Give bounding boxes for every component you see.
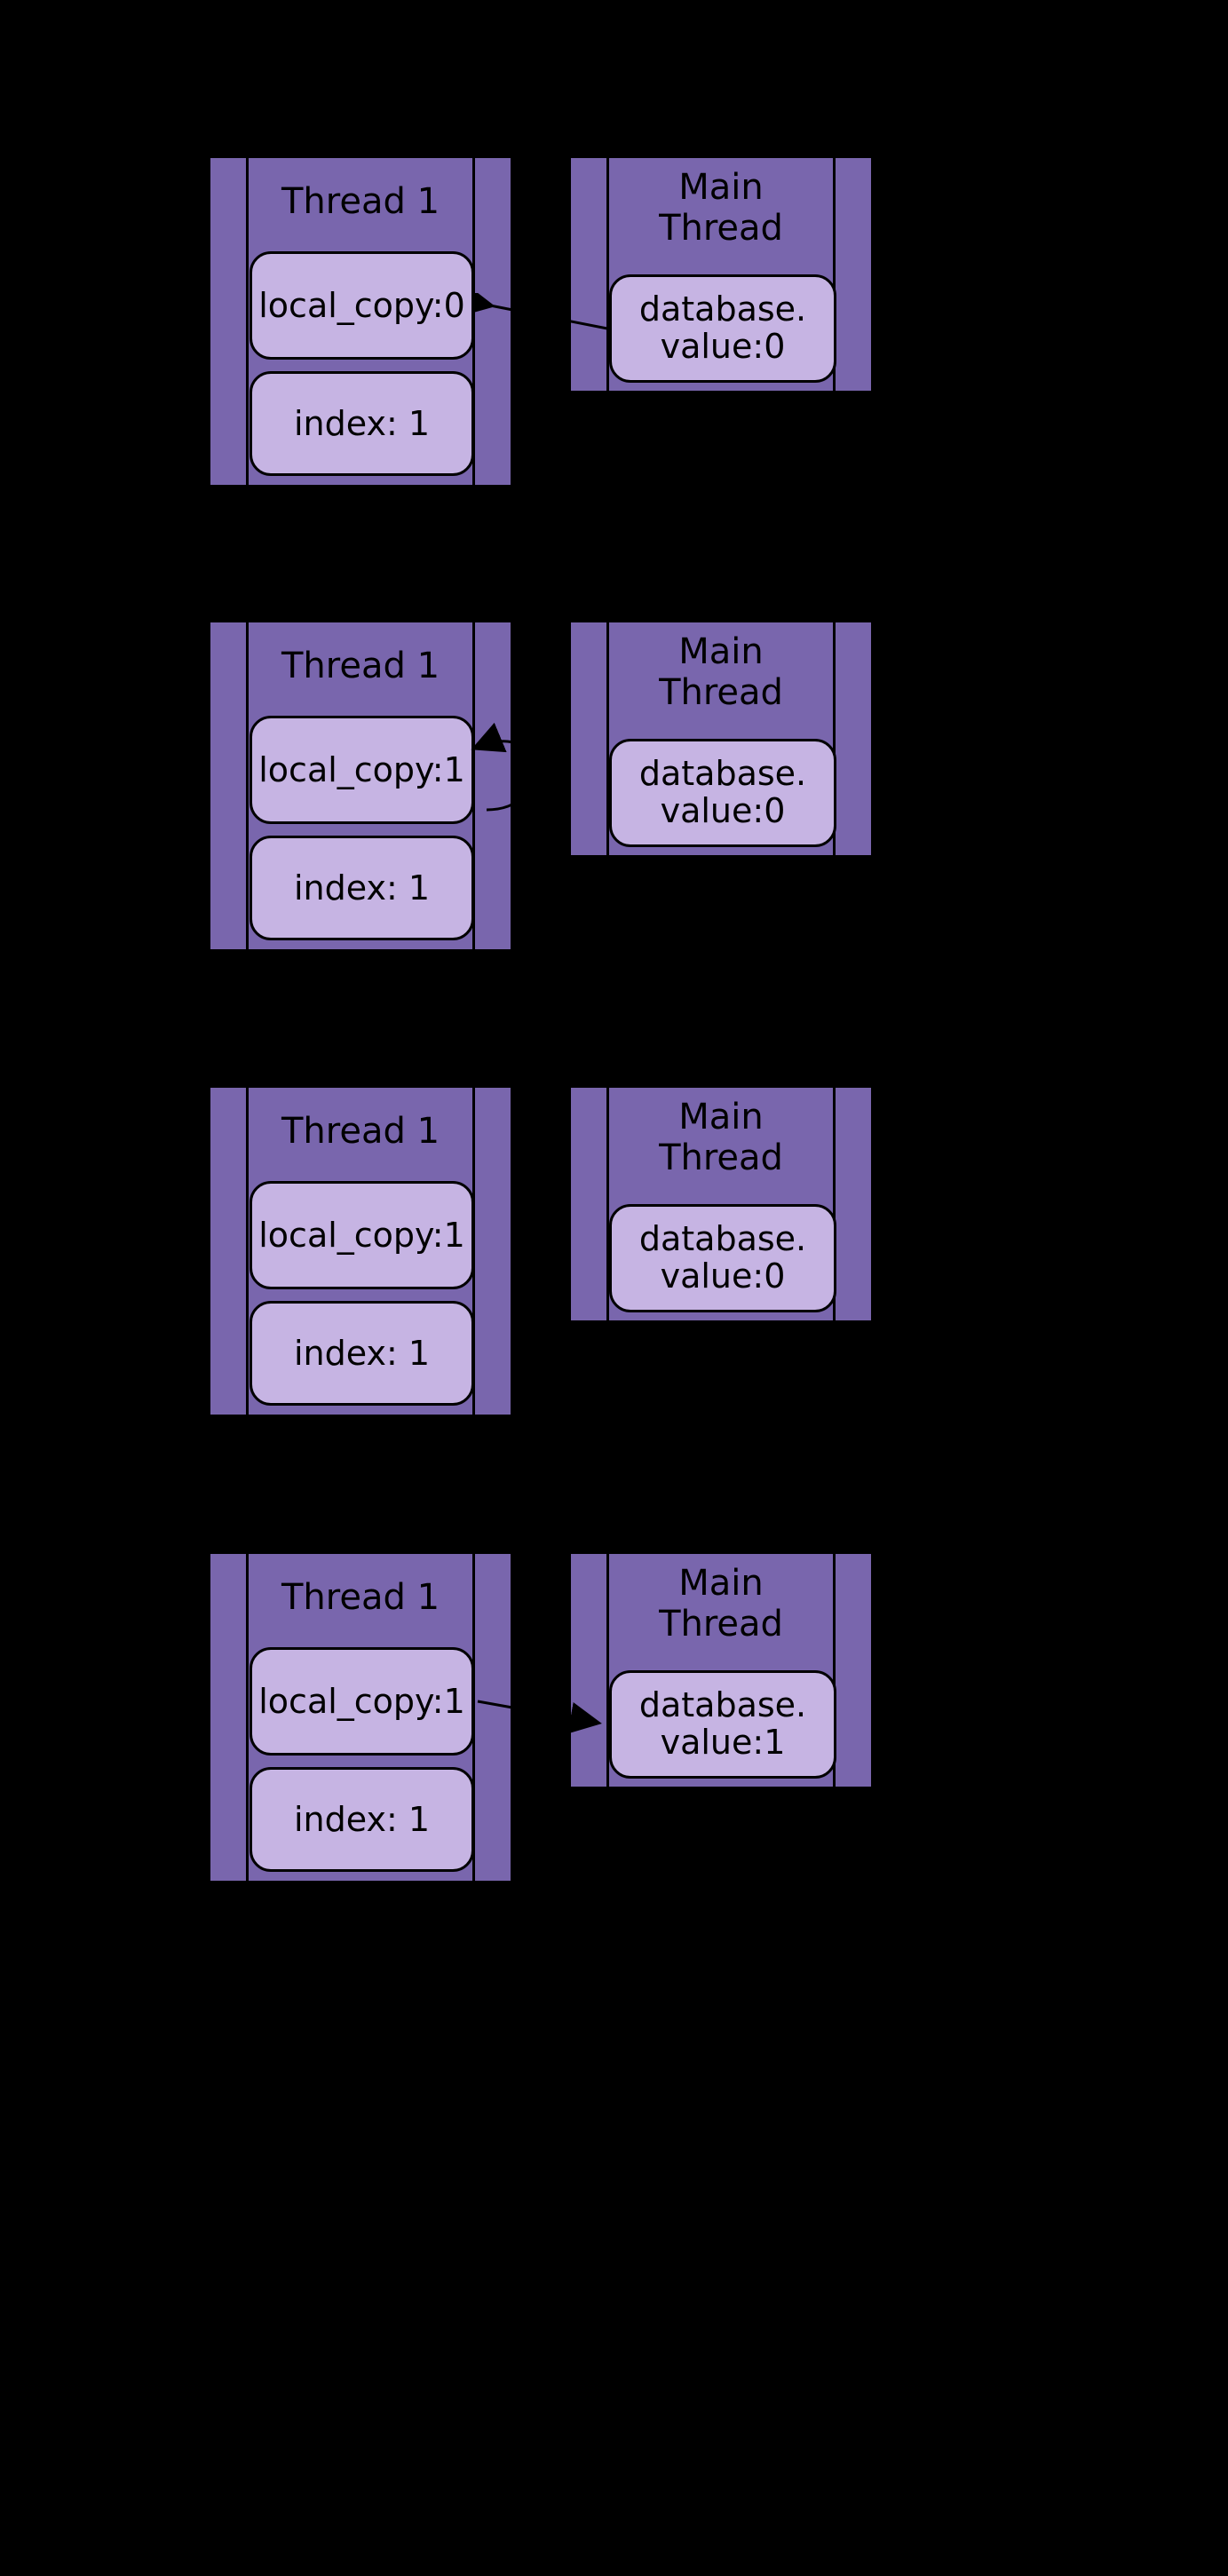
arrow-main-to-thread	[474, 293, 612, 346]
main-title-line1: MainThread	[571, 167, 871, 249]
main-thread-title: MainThread	[571, 1097, 871, 1178]
database-chip: database.value:1	[609, 1670, 836, 1779]
main-thread-title: MainThread	[571, 631, 871, 713]
database-text: database.value:0	[639, 291, 806, 366]
local-copy-chip: local_copy:0	[250, 251, 474, 360]
database-text: database.value:1	[639, 1687, 806, 1762]
index-chip: index: 1	[250, 836, 474, 940]
database-chip: database.value:0	[609, 274, 836, 383]
main-thread-title: MainThread	[571, 167, 871, 249]
main-title-line1: MainThread	[571, 631, 871, 713]
main-title-line1: MainThread	[571, 1097, 871, 1178]
database-text: database.value:0	[639, 756, 806, 830]
main-thread-title: MainThread	[571, 1563, 871, 1645]
index-chip: index: 1	[250, 1767, 474, 1872]
local-copy-chip: local_copy:1	[250, 716, 474, 824]
local-copy-chip: local_copy:1	[250, 1647, 474, 1756]
arrow-self-loop	[471, 721, 568, 828]
thread1-title: Thread 1	[210, 1111, 511, 1152]
main-title-line1: MainThread	[571, 1563, 871, 1645]
local-copy-chip: local_copy:1	[250, 1181, 474, 1289]
thread1-title: Thread 1	[210, 646, 511, 686]
index-chip: index: 1	[250, 371, 474, 476]
arrow-thread-to-main	[474, 1687, 612, 1740]
database-text: database.value:0	[639, 1221, 806, 1296]
thread1-title: Thread 1	[210, 1577, 511, 1618]
database-chip: database.value:0	[609, 1204, 836, 1312]
thread1-title: Thread 1	[210, 181, 511, 222]
database-chip: database.value:0	[609, 739, 836, 847]
index-chip: index: 1	[250, 1301, 474, 1406]
